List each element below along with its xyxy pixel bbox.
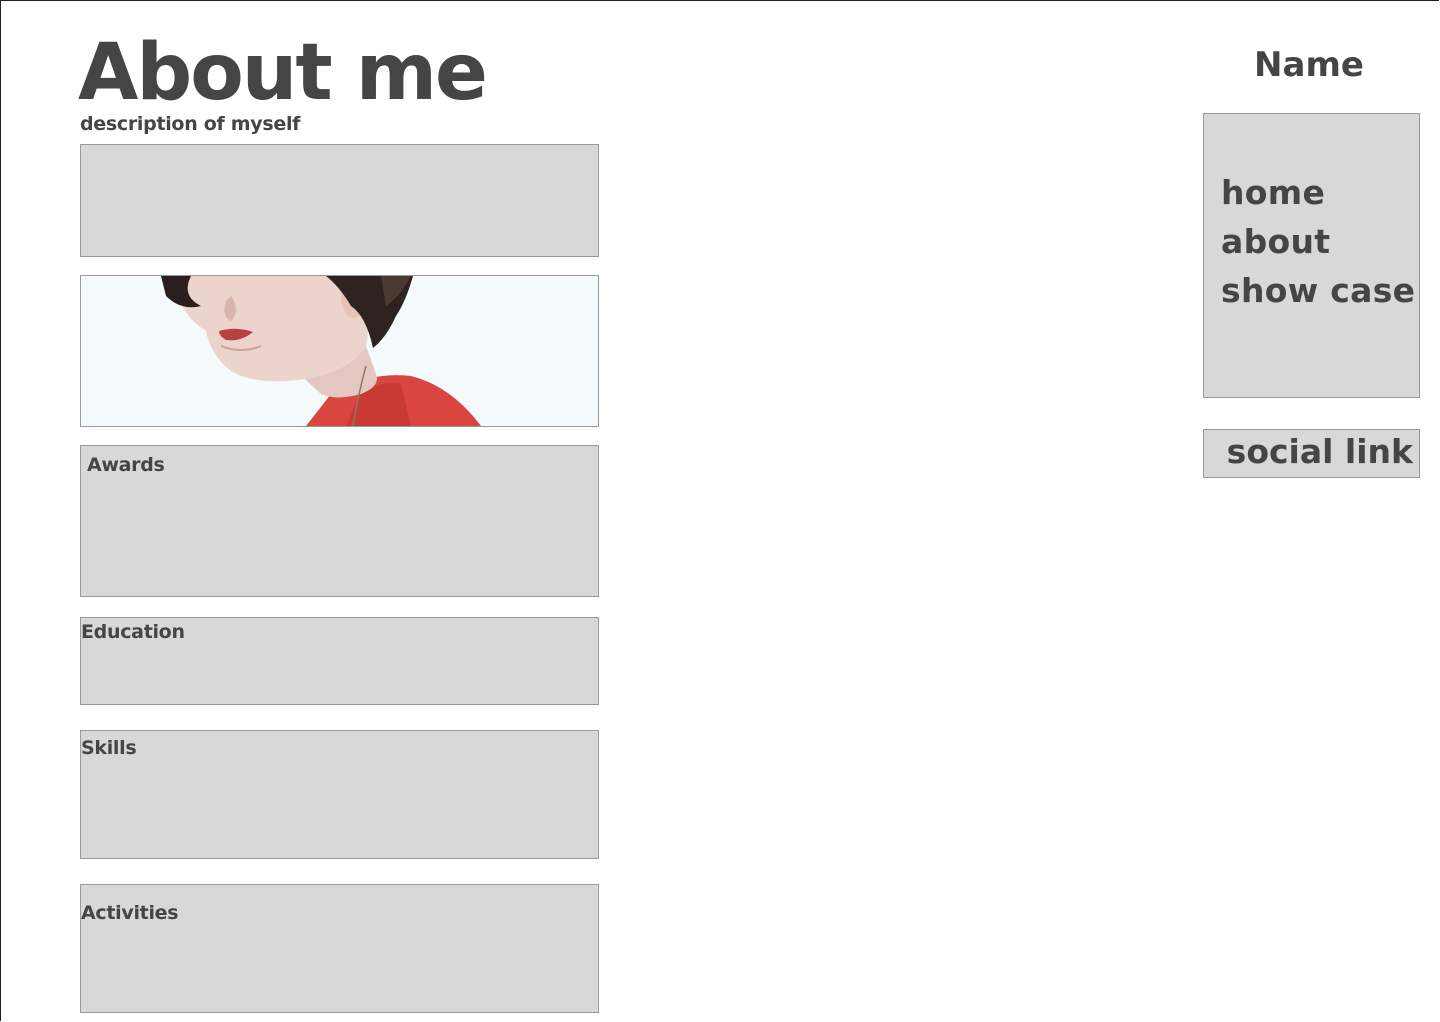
- profile-photo: [80, 275, 599, 427]
- education-label: Education: [81, 621, 185, 643]
- social-link[interactable]: social link: [1227, 435, 1413, 468]
- skills-box: Skills: [80, 730, 599, 859]
- page-subtitle: description of myself: [80, 113, 301, 135]
- skills-label: Skills: [81, 737, 137, 759]
- page-title: About me: [78, 28, 488, 118]
- awards-label: Awards: [87, 454, 165, 476]
- nav-item-show-case[interactable]: show case: [1221, 274, 1415, 307]
- activities-label: Activities: [81, 902, 179, 924]
- social-link-box[interactable]: social link: [1203, 429, 1420, 478]
- awards-box: Awards: [80, 445, 599, 597]
- description-box: [80, 144, 599, 257]
- nav-item-about[interactable]: about: [1221, 225, 1330, 258]
- nav-item-home[interactable]: home: [1221, 176, 1325, 209]
- education-box: Education: [80, 617, 599, 705]
- activities-box: Activities: [80, 884, 599, 1013]
- site-name: Name: [1254, 45, 1364, 85]
- nav-panel: home about show case: [1203, 113, 1420, 398]
